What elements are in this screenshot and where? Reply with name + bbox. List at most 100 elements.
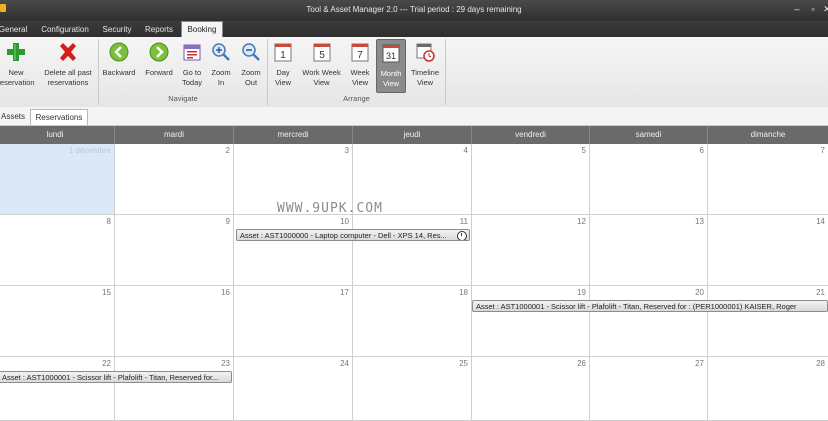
day-cell[interactable]: 15 (0, 286, 115, 357)
go-to-today-button[interactable]: Go to Today (178, 39, 206, 91)
day-cell[interactable]: 20 (590, 286, 708, 357)
day-number: 12 (577, 217, 586, 226)
day-number: 3 (344, 146, 349, 155)
week-view-button[interactable]: 7 Week View (347, 39, 373, 91)
maximize-button[interactable]: ▫ (806, 3, 820, 16)
day-cell[interactable]: 25 (353, 357, 472, 421)
day-cell[interactable]: 14 (708, 215, 828, 286)
delete-x-icon (60, 43, 76, 61)
go-to-today-label: Go to Today (181, 68, 202, 87)
menu-bar: General Configuration Security Reports B… (0, 21, 828, 38)
reservation-event[interactable]: Asset : AST1000001 - Scissor lift - Plaf… (0, 371, 232, 383)
day-view-label: Day View (274, 68, 292, 87)
day-number: 24 (340, 359, 349, 368)
day-header-jeudi: jeudi (353, 126, 472, 144)
day-number: 23 (221, 359, 230, 368)
day-cell[interactable]: 17 (234, 286, 353, 357)
day-cell[interactable]: 19 (472, 286, 590, 357)
timeline-view-label: Timeline View (410, 68, 440, 87)
day-cell[interactable]: 5 (472, 144, 590, 215)
tab-reports[interactable]: Reports (140, 22, 178, 37)
day-cell-today[interactable]: 1 décembre (0, 144, 115, 215)
day-number: 20 (695, 288, 704, 297)
day-cell[interactable]: 24 (234, 357, 353, 421)
forward-button[interactable]: Forward (141, 39, 177, 91)
new-reservation-button[interactable]: New reservation (0, 39, 36, 91)
day-cell[interactable]: 13 (590, 215, 708, 286)
svg-text:7: 7 (357, 50, 363, 61)
day-number: 14 (816, 217, 825, 226)
day-number: 6 (699, 146, 704, 155)
month-calendar: lundi mardi mercredi jeudi vendredi same… (0, 126, 828, 421)
close-button[interactable]: ✕ (820, 3, 828, 16)
month-view-button[interactable]: 31 Month View (376, 39, 406, 93)
zoom-out-label: Zoom Out (241, 68, 261, 87)
day-cell[interactable]: 27 (590, 357, 708, 421)
day-view-button[interactable]: 1 Day View (270, 39, 296, 91)
reservation-event-text: Asset : AST1000001 - Scissor lift - Plaf… (476, 302, 797, 311)
day-number: 21 (816, 288, 825, 297)
tab-security[interactable]: Security (98, 22, 136, 37)
reservation-event[interactable]: Asset : AST1000000 - Laptop computer - D… (236, 229, 470, 241)
day-cell[interactable]: 11 (353, 215, 472, 286)
timeline-view-button[interactable]: Timeline View (407, 39, 443, 91)
svg-text:31: 31 (386, 51, 396, 61)
day-number: 22 (102, 359, 111, 368)
tab-general[interactable]: General (0, 22, 28, 37)
day-cell[interactable]: 21 (708, 286, 828, 357)
day-cell[interactable]: 9 (115, 215, 234, 286)
title-bar: Tool & Asset Manager 2.0 --- Trial perio… (0, 0, 828, 21)
timeline-clock-icon (416, 43, 435, 62)
tab-assets[interactable]: Assets (0, 109, 28, 124)
day-cell[interactable]: 12 (472, 215, 590, 286)
minimize-button[interactable]: – (790, 3, 804, 16)
svg-text:1: 1 (280, 50, 286, 61)
group-separator (445, 39, 446, 105)
tab-reservations[interactable]: Reservations (30, 109, 88, 125)
day-number: 10 (340, 217, 349, 226)
week-view-label: Week View (350, 68, 370, 87)
delete-past-reservations-button[interactable]: Delete all past reservations (40, 39, 96, 91)
day-cell[interactable]: 10 (234, 215, 353, 286)
day-cell[interactable]: 26 (472, 357, 590, 421)
tab-configuration[interactable]: Configuration (35, 22, 95, 37)
reservation-event-text: Asset : AST1000000 - Laptop computer - D… (240, 231, 447, 240)
day-number: 4 (463, 146, 468, 155)
delete-past-label: Delete all past reservations (44, 68, 92, 87)
day-header-vendredi: vendredi (472, 126, 590, 144)
reservation-event[interactable]: Asset : AST1000001 - Scissor lift - Plaf… (472, 300, 828, 312)
today-date-label: 1 décembre (68, 146, 111, 155)
day-number: 13 (695, 217, 704, 226)
day-cell[interactable]: 6 (590, 144, 708, 215)
ribbon: New reservation Delete all past reservat… (0, 37, 828, 108)
work-week-view-label: Work Week View (302, 68, 341, 87)
day-cell[interactable]: 22 (0, 357, 115, 421)
zoom-in-button[interactable]: Zoom In (208, 39, 234, 91)
subtab-bar: Assets Reservations (0, 107, 828, 126)
day-cell[interactable]: 28 (708, 357, 828, 421)
calendar-day-icon: 1 (274, 43, 292, 62)
day-number: 18 (459, 288, 468, 297)
tab-booking[interactable]: Booking (181, 21, 223, 38)
day-cell[interactable]: 16 (115, 286, 234, 357)
day-header-mercredi: mercredi (234, 126, 353, 144)
work-week-view-button[interactable]: 5 Work Week View (299, 39, 344, 91)
day-number: 8 (106, 217, 111, 226)
day-cell[interactable]: 2 (115, 144, 234, 215)
zoom-out-icon (242, 43, 260, 61)
zoom-out-button[interactable]: Zoom Out (237, 39, 265, 91)
arrow-left-icon (109, 42, 129, 62)
arrow-right-icon (149, 42, 169, 62)
day-cell[interactable]: 7 (708, 144, 828, 215)
clock-icon (457, 231, 467, 240)
forward-label: Forward (145, 68, 173, 77)
zoom-in-label: Zoom In (211, 68, 231, 87)
day-cell[interactable]: 18 (353, 286, 472, 357)
day-cell[interactable]: 23 (115, 357, 234, 421)
month-view-label: Month View (380, 69, 402, 88)
day-cell[interactable]: 8 (0, 215, 115, 286)
day-header-dimanche: dimanche (708, 126, 828, 144)
plus-icon (7, 43, 25, 61)
day-number: 15 (102, 288, 111, 297)
backward-button[interactable]: Backward (101, 39, 137, 91)
